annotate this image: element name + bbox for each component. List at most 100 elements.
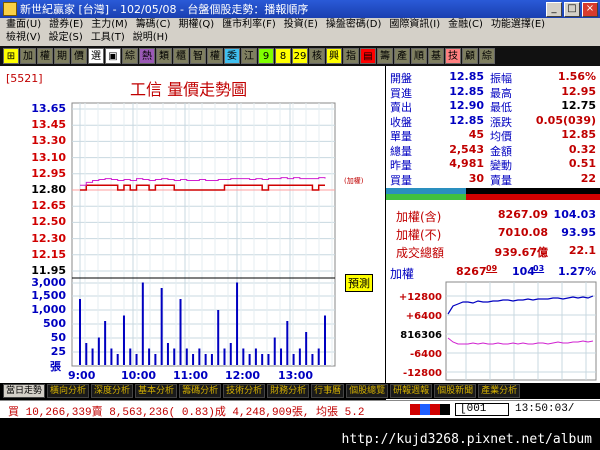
toolbar-button[interactable]: 櫃 (173, 48, 189, 64)
time-tick-label: 9:00 (68, 369, 96, 382)
quote-value: 30 (468, 171, 484, 185)
analysis-tab[interactable]: 技術分析 (223, 384, 266, 398)
menu-item[interactable]: 投資(E) (284, 18, 318, 31)
quote-value: 0.32 (568, 142, 596, 156)
analysis-tab[interactable]: 基本分析 (135, 384, 178, 398)
volume-bar (217, 310, 220, 365)
volume-bar (179, 299, 182, 365)
menu-item[interactable]: 主力(M) (91, 18, 127, 31)
volume-bar (91, 348, 94, 365)
toolbar-button[interactable]: 順 (411, 48, 427, 64)
volume-bar (261, 354, 264, 365)
menu-item[interactable]: 操盤密碼(D) (326, 18, 382, 31)
toolbar-button[interactable]: 權 (207, 48, 223, 64)
analysis-tab[interactable]: 深度分析 (91, 384, 134, 398)
time-tick-label: 11:00 (173, 369, 209, 382)
close-button[interactable]: × (582, 2, 598, 17)
analysis-tab[interactable]: 當日走勢 (3, 384, 46, 398)
quote-value: 45 (468, 128, 484, 141)
mini-tick-label: -6400 (410, 349, 442, 360)
menu-item[interactable]: 國際資訊(I) (389, 18, 440, 31)
quote-value: 12.85 (449, 70, 484, 83)
toolbar-button[interactable]: 8 (275, 48, 291, 64)
toolbar-button[interactable]: 興 (326, 48, 342, 64)
toolbar-button[interactable]: 期 (54, 48, 70, 64)
time-tick-label: 10:00 (121, 369, 157, 382)
menu-bar: 畫面(U) 證券(E) 主力(M) 籌碼(C) 期權(Q) 匯市利率(F) 投資(E) 操盤密… (0, 18, 600, 402)
toolbar-button[interactable]: 指 (343, 48, 359, 64)
intraday-chart (71, 102, 336, 367)
toolbar-button[interactable]: 顧 (462, 48, 478, 64)
analysis-tab[interactable]: 個股總覽 (346, 384, 389, 398)
index-label: 加權(含) (396, 210, 442, 224)
quote-value: 12.85 (449, 113, 484, 127)
volume-bar (104, 321, 107, 365)
volume-bar (280, 348, 283, 365)
toolbar-button[interactable]: 選 (88, 48, 104, 64)
toolbar-button[interactable]: 智 (190, 48, 206, 64)
volume-bar (110, 348, 113, 365)
toolbar-button[interactable]: 委 (224, 48, 240, 64)
analysis-tabs: 當日走勢 橫向分析 深度分析 基本分析 籌碼分析 技術分析 財務分析 行事曆 個股總覽 研報週報個… (0, 383, 600, 399)
analysis-tab[interactable]: 個股新聞 (434, 384, 477, 398)
quote-panel: 開盤 12.85 振幅 1.56% 買進 12.85 最高 12.95 賣出 12.90 最低 12.… (386, 66, 600, 384)
toolbar-button[interactable]: ▤ (360, 48, 376, 64)
menu-item[interactable]: 籌碼(C) (136, 18, 171, 31)
toolbar-button[interactable]: 綜 (479, 48, 495, 64)
analysis-tab[interactable]: 籌碼分析 (179, 384, 222, 398)
toolbar-button[interactable]: 29 (292, 48, 308, 64)
toolbar-button[interactable]: 綜 (122, 48, 138, 64)
index-change: 93.95 (561, 226, 596, 239)
status-bar: 買 10,266,339賣 8,563,236( 0.83)成 4,248,90… (0, 400, 600, 419)
quote-value: 12.85 (449, 84, 484, 98)
index-label: 成交總額 (396, 246, 445, 260)
toolbar-button[interactable]: 產 (394, 48, 410, 64)
toolbar-button[interactable]: 基 (428, 48, 444, 64)
toolbar-button[interactable]: 權 (37, 48, 53, 64)
toolbar-button[interactable]: ⊞ (3, 48, 19, 64)
volume-bar (311, 354, 314, 365)
page-box[interactable]: [001 (455, 403, 509, 416)
toolbar-button[interactable]: 9 (258, 48, 274, 64)
volume-bar (97, 337, 100, 365)
menu-item[interactable]: 金融(C) (448, 18, 483, 31)
toolbar-button[interactable]: 核 (309, 48, 325, 64)
toolbar-button[interactable]: 價 (71, 48, 87, 64)
index-value: 8267.09 (497, 208, 548, 221)
menu-item[interactable]: 檢視(V) (6, 31, 41, 44)
toolbar-button[interactable]: 加 (20, 48, 36, 64)
menu-row-2: 檢視(V) 設定(S) 工具(T) 說明(H) (0, 31, 600, 44)
volume-bar (166, 343, 169, 365)
menu-item[interactable]: 功能選擇(E) (491, 18, 545, 31)
menu-item[interactable]: 說明(H) (133, 31, 168, 44)
analysis-tab[interactable]: 產業分析 (478, 384, 521, 398)
menu-item[interactable]: 期權(Q) (178, 18, 214, 31)
mini-tick-label: +6400 (406, 311, 442, 322)
analysis-tab[interactable]: 行事曆 (311, 384, 345, 398)
maximize-button[interactable]: □ (564, 2, 580, 17)
index-change: 22.1 (568, 244, 596, 257)
analysis-tab[interactable]: 研報週報 (390, 384, 433, 398)
toolbar-button[interactable]: 技 (445, 48, 461, 64)
menu-item[interactable]: 工具(T) (91, 31, 125, 44)
menu-row-1: 畫面(U) 證券(E) 主力(M) 籌碼(C) 期權(Q) 匯市利率(F) 投資(E) 操盤密… (0, 18, 600, 402)
toolbar-button[interactable]: ▣ (105, 48, 121, 64)
analysis-tab[interactable]: 橫向分析 (47, 384, 90, 398)
menu-item[interactable]: 匯市利率(F) (222, 18, 276, 31)
analysis-tab[interactable]: 財務分析 (267, 384, 310, 398)
menu-item[interactable]: 證券(E) (49, 18, 83, 31)
volume-bar (173, 348, 176, 365)
buy-sell-bar (386, 186, 600, 202)
menu-item[interactable]: 設定(S) (49, 31, 83, 44)
toolbar-button[interactable]: 江 (241, 48, 257, 64)
menu-item[interactable]: 畫面(U) (6, 18, 41, 31)
toolbar-button[interactable]: 籌 (377, 48, 393, 64)
volume-bar (229, 343, 232, 365)
app-icon (3, 2, 17, 16)
toolbar-button[interactable]: 類 (156, 48, 172, 64)
volume-bar (160, 288, 163, 365)
minimize-button[interactable]: _ (546, 2, 562, 17)
preview-button[interactable]: 預測 (345, 274, 373, 292)
toolbar-button[interactable]: 熱 (139, 48, 155, 64)
volume-bar (129, 348, 132, 365)
